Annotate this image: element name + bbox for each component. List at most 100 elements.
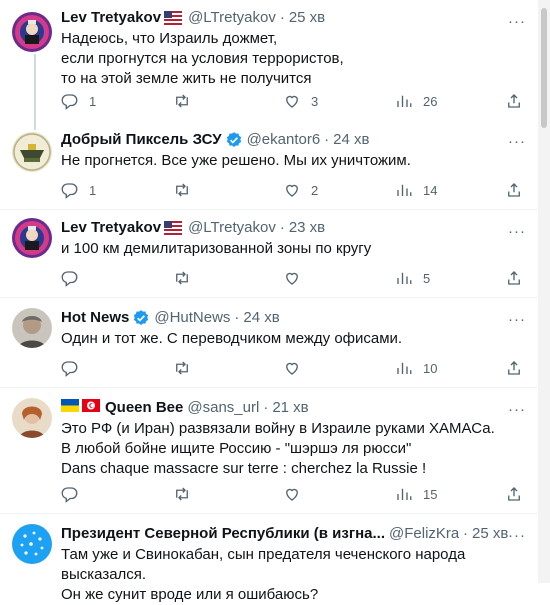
tweet[interactable]: Hot News @HutNews · 24 хв Один и тот же.… [0, 298, 538, 388]
flag-badge-icon [164, 219, 183, 237]
reply-button[interactable] [61, 269, 103, 287]
tweet[interactable]: Президент Северной Республики (в изгна..… [0, 514, 538, 603]
more-menu-icon[interactable]: ··· [508, 223, 526, 240]
reply-count: 1 [89, 93, 97, 109]
reply-icon [61, 487, 78, 503]
author-handle[interactable]: @ekantor6 [247, 130, 321, 150]
views-button[interactable]: 26 [395, 92, 437, 110]
retweet-button[interactable] [173, 92, 215, 110]
views-button[interactable]: 5 [395, 269, 437, 287]
like-button[interactable]: 3 [283, 92, 325, 110]
author-name[interactable]: Queen Bee [105, 398, 183, 418]
avatar[interactable] [12, 12, 52, 52]
author-handle[interactable]: @sans_url [187, 398, 259, 418]
more-menu-icon[interactable]: ··· [508, 527, 526, 544]
retweet-icon [176, 183, 188, 197]
more-menu-icon[interactable]: ··· [508, 13, 526, 30]
retweet-button[interactable] [173, 359, 215, 377]
retweet-button[interactable] [173, 181, 215, 199]
reply-icon [61, 361, 78, 377]
timestamp[interactable]: 21 хв [272, 398, 308, 418]
separator-dot: · [279, 9, 285, 26]
views-button[interactable]: 14 [395, 181, 437, 199]
tunisia-flag-icon [82, 398, 100, 418]
share-icon [508, 271, 520, 285]
share-icon [508, 487, 520, 501]
views-button[interactable]: 10 [395, 359, 437, 377]
scrollbar-thumb[interactable] [541, 8, 547, 128]
reply-button[interactable] [61, 359, 103, 377]
author-handle[interactable]: @FelizKra... [389, 524, 459, 544]
reply-button[interactable]: 1 [61, 181, 103, 199]
tweet-text: Надеюсь, что Израиль дожмет, если прогну… [61, 30, 344, 87]
retweet-icon [176, 271, 188, 285]
retweet-icon [176, 94, 188, 108]
avatar[interactable] [12, 524, 52, 564]
like-icon [286, 362, 298, 375]
author-name[interactable]: Lev Tretyakov [61, 218, 161, 238]
avatar[interactable] [12, 218, 52, 258]
timestamp[interactable]: 23 хв [289, 218, 325, 238]
views-button[interactable]: 15 [395, 485, 437, 503]
like-button[interactable] [283, 485, 325, 503]
timestamp[interactable]: 24 хв [243, 308, 279, 328]
tweet-actions: 10 [61, 358, 526, 378]
timestamp[interactable]: 25 хв [472, 524, 508, 544]
author-name[interactable]: Hot News [61, 308, 129, 328]
tweet[interactable]: Lev Tretyakov @LTretyakov · 23 хв и 100 … [0, 210, 538, 298]
author-name[interactable]: Lev Tretyakov [61, 8, 161, 28]
retweet-button[interactable] [173, 269, 215, 287]
more-menu-icon[interactable]: ··· [508, 401, 526, 418]
share-icon [508, 361, 520, 375]
like-button[interactable] [283, 269, 325, 287]
tweet[interactable]: Добрый Пиксель ЗСУ @ekantor6 · 24 хв Не … [0, 120, 538, 210]
share-button[interactable] [505, 92, 523, 110]
reply-button[interactable]: 1 [61, 92, 103, 110]
author-handle[interactable]: @LTretyakov [188, 8, 276, 28]
tweet-text: и 100 км демилитаризованной зоны по круг… [61, 240, 372, 257]
views-icon [397, 488, 412, 500]
author-handle[interactable]: @HutNews [154, 308, 230, 328]
like-button[interactable]: 2 [283, 181, 325, 199]
tweet-text: Это РФ (и Иран) развязали войну в Израил… [61, 420, 495, 477]
share-button[interactable] [505, 485, 523, 503]
share-button[interactable] [505, 359, 523, 377]
timeline: Lev Tretyakov @LTretyakov · 25 хв Надеюс… [0, 0, 538, 603]
author-name[interactable]: Добрый Пиксель ЗСУ [61, 130, 222, 150]
retweet-button[interactable] [173, 485, 215, 503]
timestamp[interactable]: 25 хв [289, 8, 325, 28]
tweet-text: Один и тот же. С переводчиком между офис… [61, 330, 403, 347]
author-handle[interactable]: @LTretyakov [188, 218, 276, 238]
reply-icon [61, 271, 78, 287]
tweet-header: Добрый Пиксель ЗСУ @ekantor6 · 24 хв [61, 130, 526, 150]
more-menu-icon[interactable]: ··· [508, 133, 526, 150]
view-count: 26 [423, 93, 438, 109]
like-icon [286, 95, 298, 108]
ukraine-flag-icon [61, 398, 79, 418]
tweet-header: Queen Bee @sans_url · 21 хв [61, 398, 526, 418]
avatar[interactable] [12, 132, 52, 172]
timestamp[interactable]: 24 хв [333, 130, 369, 150]
like-count: 3 [311, 93, 319, 109]
tweet-header: Lev Tretyakov @LTretyakov · 23 хв [61, 218, 526, 238]
views-icon [397, 184, 412, 196]
separator-dot: · [263, 399, 269, 416]
tweet-actions: 1 2 14 [61, 180, 526, 200]
separator-dot: · [279, 219, 285, 236]
verified-badge-icon [132, 309, 150, 327]
share-button[interactable] [505, 181, 523, 199]
reply-button[interactable] [61, 485, 103, 503]
tweet-actions: 15 [61, 484, 526, 504]
avatar[interactable] [12, 398, 52, 438]
scrollbar[interactable] [538, 0, 550, 583]
author-name[interactable]: Президент Северной Республики (в изгна..… [61, 524, 385, 544]
like-button[interactable] [283, 359, 325, 377]
tweet[interactable]: Queen Bee @sans_url · 21 хв Это РФ (и Ир… [0, 388, 538, 514]
separator-dot: · [234, 309, 240, 326]
avatar[interactable] [12, 308, 52, 348]
share-button[interactable] [505, 269, 523, 287]
tweet-text: Не прогнется. Все уже решено. Мы их унич… [61, 152, 411, 169]
reply-icon [61, 94, 78, 110]
tweet[interactable]: Lev Tretyakov @LTretyakov · 25 хв Надеюс… [0, 0, 538, 120]
more-menu-icon[interactable]: ··· [508, 311, 526, 328]
